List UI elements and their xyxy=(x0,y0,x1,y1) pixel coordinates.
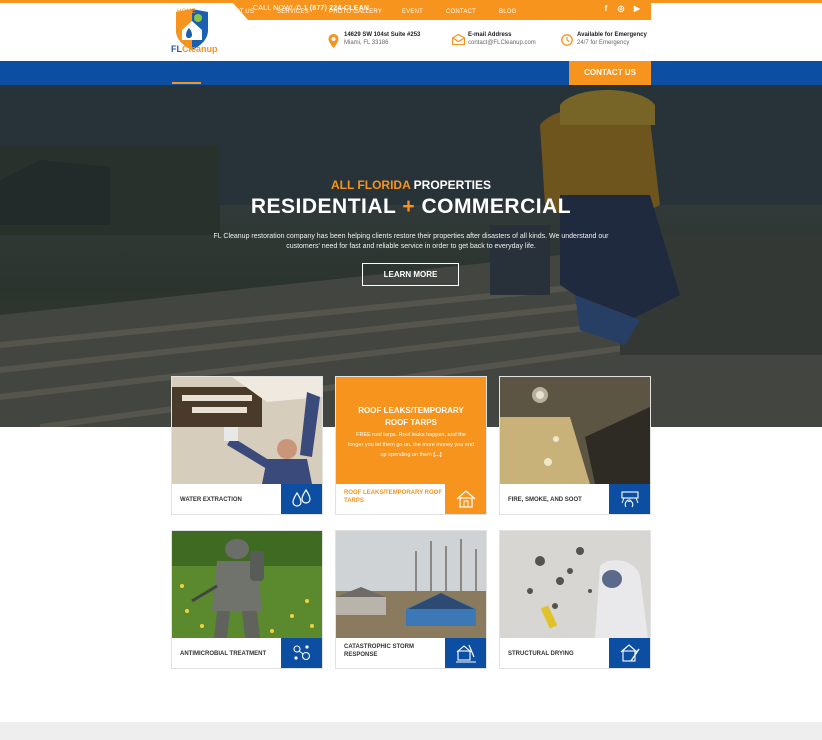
structural-drying-photo xyxy=(500,531,650,638)
service-label: FIRE, SMOKE, AND SOOT xyxy=(508,497,582,503)
nav-contact[interactable]: CONTACT xyxy=(446,0,476,24)
water-drops-icon xyxy=(292,489,311,507)
learn-more-button[interactable]: LEARN MORE xyxy=(362,263,459,286)
location-pin-icon xyxy=(328,34,339,48)
logo-wordmark[interactable]: FLCleanup xyxy=(171,44,218,54)
email-block: E-mail Address contact@FLCleanup.com xyxy=(452,32,552,52)
nav-services[interactable]: SERVICES xyxy=(277,0,309,24)
hero-eyebrow-rest: PROPERTIES xyxy=(410,178,491,192)
antimicrobial-photo xyxy=(172,531,322,638)
service-card-fire-smoke-soot[interactable]: FIRE, SMOKE, AND SOOT xyxy=(499,376,651,515)
hero-description: FL Cleanup restoration company has been … xyxy=(213,233,609,250)
service-label: STRUCTURAL DRYING xyxy=(508,651,574,657)
service-icon-badge xyxy=(609,484,650,514)
logo-text-a: FL xyxy=(171,44,182,54)
main-nav xyxy=(0,61,822,85)
footer-strip xyxy=(0,722,822,740)
nav-active-indicator xyxy=(172,82,201,84)
hero-title-plus: + xyxy=(402,195,416,218)
fire-icon xyxy=(621,491,639,508)
roof-leaks-overlay: ROOF LEAKS/TEMPORARY ROOF TARPS FREE roo… xyxy=(336,377,486,484)
service-icon-badge xyxy=(445,638,486,668)
youtube-icon[interactable]: ▶ xyxy=(631,3,643,15)
microbe-icon xyxy=(293,645,311,661)
nav-blog[interactable]: BLOG xyxy=(499,0,516,24)
water-extraction-photo xyxy=(172,377,322,484)
email-address[interactable]: contact@FLCleanup.com xyxy=(468,40,536,46)
service-label: CATASTROPHIC STORM RESPONSE xyxy=(344,644,414,658)
service-card-water-extraction[interactable]: WATER EXTRACTION xyxy=(171,376,323,515)
fire-smoke-photo xyxy=(500,377,650,484)
service-label: WATER EXTRACTION xyxy=(180,497,242,503)
service-card-structural-drying[interactable]: STRUCTURAL DRYING xyxy=(499,530,651,669)
nav-about-us[interactable]: ABOUT US xyxy=(222,0,254,24)
service-icon-badge xyxy=(281,638,322,668)
service-icon-badge xyxy=(445,484,486,514)
nav-event[interactable]: EVENT xyxy=(402,0,423,24)
service-card-antimicrobial[interactable]: ANTIMICROBIAL TREATMENT xyxy=(171,530,323,669)
instagram-icon[interactable]: ◎ xyxy=(615,3,627,15)
service-card-roof-leaks[interactable]: ROOF LEAKS/TEMPORARY ROOF TARPS FREE roo… xyxy=(335,376,487,515)
clock-icon xyxy=(561,34,573,46)
service-label: ANTIMICROBIAL TREATMENT xyxy=(180,651,267,657)
address-block: 14629 SW 104st Suite #253 Miami, FL 3318… xyxy=(328,32,438,52)
house-check-icon xyxy=(620,644,640,662)
availability-block: Available for Emergency 24/7 for Emergen… xyxy=(561,32,656,52)
service-label: ROOF LEAKS/TEMPORARY ROOF TARPS xyxy=(344,490,443,504)
service-card-storm-response[interactable]: CATASTROPHIC STORM RESPONSE xyxy=(335,530,487,669)
availability-detail: 24/7 for Emergency xyxy=(577,40,630,46)
hero-title-b: COMMERCIAL xyxy=(415,195,572,218)
service-icon-badge xyxy=(281,484,322,514)
hero-eyebrow: ALL FLORIDA PROPERTIES xyxy=(0,178,822,192)
storm-flood-photo xyxy=(336,531,486,638)
envelope-icon xyxy=(452,34,465,45)
house-icon xyxy=(456,490,476,508)
read-more-link[interactable]: [...] xyxy=(433,452,441,458)
nav-photo-gallery[interactable]: PHOTO GALLERY xyxy=(329,0,382,24)
roof-leaks-overlay-desc: FREE roof tarps. Roof leaks happen, and … xyxy=(348,430,474,460)
service-icon-badge xyxy=(609,638,650,668)
storm-icon xyxy=(456,644,476,663)
nav-home[interactable]: HOME xyxy=(177,0,196,24)
logo-text-b: Cleanup xyxy=(182,44,218,54)
contact-us-button[interactable]: CONTACT US xyxy=(569,61,651,85)
email-label: E-mail Address xyxy=(468,32,512,38)
roof-leaks-overlay-title: ROOF LEAKS/TEMPORARY ROOF TARPS xyxy=(358,406,464,427)
roof-leaks-desc-text: FREE roof tarps. Roof leaks happen, and … xyxy=(348,432,474,458)
hero-title-a: RESIDENTIAL xyxy=(250,195,403,218)
hero-eyebrow-highlight: ALL FLORIDA xyxy=(330,178,411,192)
address-line1: 14629 SW 104st Suite #253 xyxy=(344,32,421,38)
address-line2: Miami, FL 33186 xyxy=(344,40,389,46)
hero-title: RESIDENTIAL + COMMERCIAL xyxy=(0,195,822,219)
facebook-icon[interactable]: f xyxy=(600,3,612,15)
availability-label: Available for Emergency xyxy=(577,32,647,38)
